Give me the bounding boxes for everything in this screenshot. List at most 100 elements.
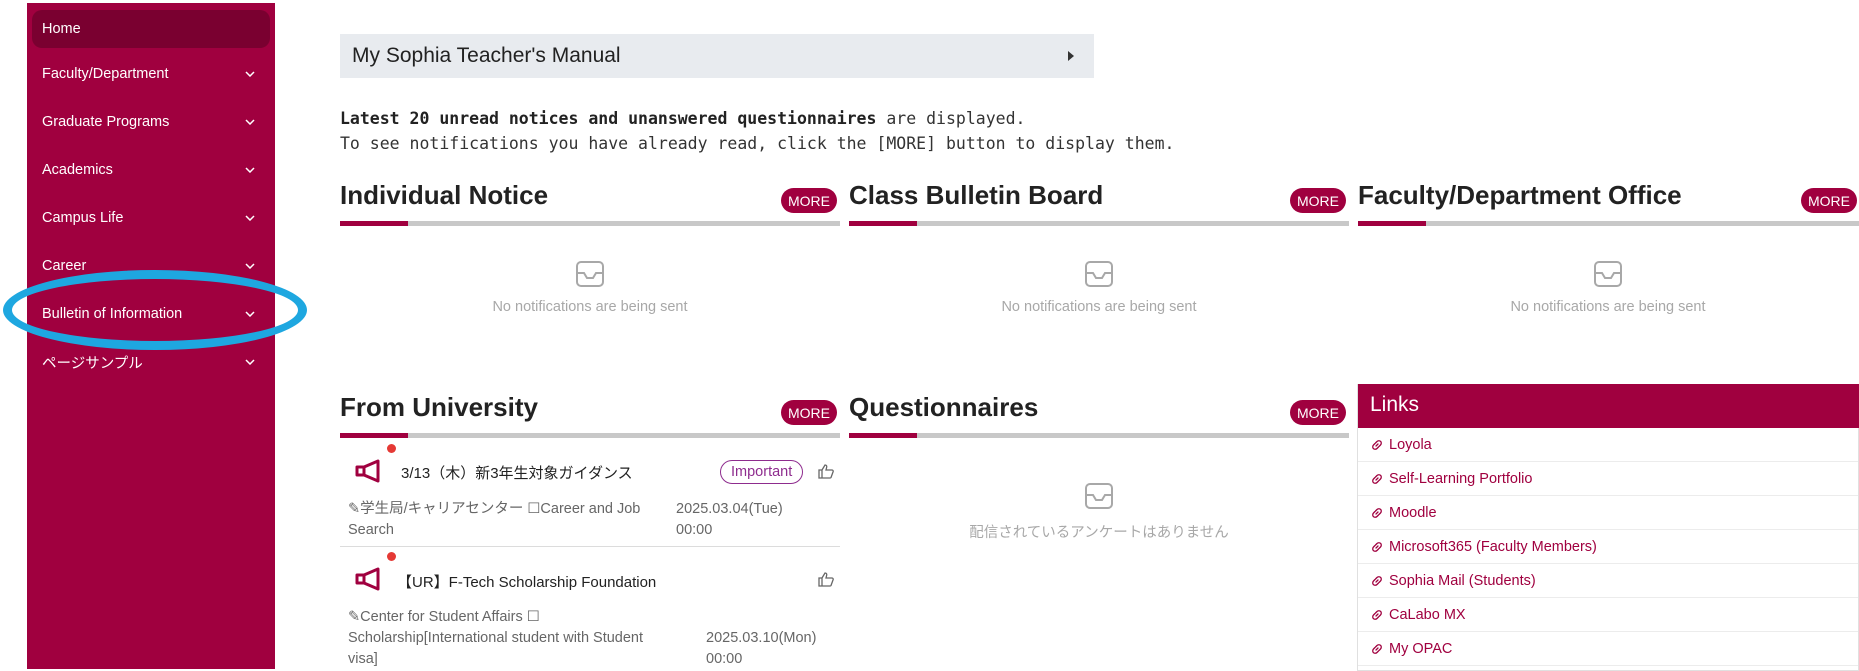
- link-icon: [1371, 473, 1383, 485]
- inbox-icon: [1085, 261, 1113, 287]
- section-title: Questionnaires: [849, 392, 1039, 422]
- section-title: Individual Notice: [340, 180, 549, 210]
- pencil-icon: ✎: [348, 609, 361, 625]
- link-label: My OPAC: [1389, 640, 1453, 657]
- sidebar-item-label: Faculty/Department: [42, 66, 169, 82]
- section-divider: [849, 433, 1349, 438]
- notice-title[interactable]: 3/13（木）新3年生対象ガイダンス: [401, 462, 633, 483]
- empty-state: No notifications are being sent: [1358, 260, 1858, 315]
- sidebar-item-label: Home: [42, 21, 81, 37]
- notice-date-value: 2025.03.10(Mon): [706, 630, 817, 646]
- megaphone-icon: [355, 459, 380, 483]
- more-button[interactable]: MORE: [1290, 188, 1346, 213]
- link-icon: [1371, 507, 1383, 519]
- chevron-down-icon: [243, 355, 257, 369]
- link-icon: [1371, 575, 1383, 587]
- section-questionnaires: Questionnaires MORE 配信されているアンケートはありません: [849, 392, 1349, 592]
- chevron-down-icon: [243, 259, 257, 273]
- list-item[interactable]: 【UR】F-Tech Scholarship Foundation ✎Cente…: [340, 548, 840, 671]
- link-icon: [1371, 609, 1383, 621]
- section-divider: [1358, 221, 1859, 226]
- thumbs-up-icon[interactable]: [818, 572, 834, 587]
- inbox-icon: [576, 261, 604, 287]
- intro-bold-text: Latest 20 unread notices and unanswered …: [340, 109, 877, 128]
- sidebar-item-academics[interactable]: Academics: [32, 151, 270, 189]
- intro-line-2: To see notifications you have already re…: [340, 134, 1175, 153]
- sidebar-item-bulletin-of-information[interactable]: Bulletin of Information: [32, 295, 270, 333]
- section-divider-accent: [849, 433, 917, 438]
- inbox-icon: [1085, 483, 1113, 509]
- unread-dot: [387, 444, 396, 453]
- link-moodle[interactable]: Moodle: [1358, 496, 1858, 530]
- thumbs-up-icon[interactable]: [818, 464, 834, 479]
- link-self-learning-portfolio[interactable]: Self-Learning Portfolio: [1358, 462, 1858, 496]
- notice-meta: ✎Center for Student Affairs ☐ Scholarshi…: [348, 607, 643, 670]
- link-calabo-mx[interactable]: CaLabo MX: [1358, 598, 1858, 632]
- notice-meta: ✎学生局/キャリアセンター ☐Career and Job Search: [348, 499, 640, 541]
- empty-message: No notifications are being sent: [1001, 299, 1197, 315]
- inbox-icon: [1594, 261, 1622, 287]
- empty-state: 配信されているアンケートはありません: [849, 482, 1349, 542]
- notice-title[interactable]: 【UR】F-Tech Scholarship Foundation: [397, 571, 656, 592]
- link-label: Loyola: [1389, 436, 1432, 453]
- more-button[interactable]: MORE: [1290, 400, 1346, 425]
- chevron-down-icon: [243, 163, 257, 177]
- link-label: Self-Learning Portfolio: [1389, 470, 1533, 487]
- empty-message: 配信されているアンケートはありません: [969, 525, 1229, 541]
- links-panel: Links Loyola Self-Learning Portfolio Moo…: [1357, 384, 1859, 671]
- more-button[interactable]: MORE: [781, 400, 837, 425]
- link-icon: [1371, 643, 1383, 655]
- chevron-down-icon: [243, 211, 257, 225]
- section-divider: [340, 433, 840, 438]
- sidebar-nav: Home Faculty/Department Graduate Program…: [27, 3, 275, 669]
- sidebar-item-label: Academics: [42, 162, 113, 178]
- list-divider: [340, 546, 840, 547]
- link-icon: [1371, 439, 1383, 451]
- link-sophia-mail[interactable]: Sophia Mail (Students): [1358, 564, 1858, 598]
- list-item[interactable]: 3/13（木）新3年生対象ガイダンス Important ✎学生局/キャリアセン…: [340, 440, 840, 540]
- notice-date: 2025.03.10(Mon) 00:00: [706, 628, 816, 670]
- chevron-down-icon: [243, 67, 257, 81]
- sidebar-item-label: Career: [42, 258, 87, 274]
- empty-state: No notifications are being sent: [849, 260, 1349, 315]
- teacher-manual-label: My Sophia Teacher's Manual: [352, 44, 621, 67]
- more-button[interactable]: MORE: [1801, 188, 1857, 213]
- empty-state: No notifications are being sent: [340, 260, 840, 315]
- notice-time-value: 00:00: [706, 651, 743, 667]
- section-individual-notice: Individual Notice MORE No notifications …: [340, 180, 840, 350]
- section-divider: [849, 221, 1349, 226]
- link-label: Moodle: [1389, 504, 1437, 521]
- more-button[interactable]: MORE: [781, 188, 837, 213]
- section-divider: [340, 221, 840, 226]
- empty-message: No notifications are being sent: [492, 299, 688, 315]
- notice-date-value: 2025.03.04(Tue): [676, 501, 783, 517]
- section-title: Class Bulletin Board: [849, 180, 1104, 210]
- links-title: Links: [1358, 384, 1859, 428]
- sidebar-item-faculty-department[interactable]: Faculty/Department: [32, 55, 270, 93]
- notice-meta-line: Center for Student Affairs ☐: [360, 609, 540, 625]
- section-divider-accent: [849, 221, 917, 226]
- megaphone-icon: [355, 567, 380, 591]
- link-label: Microsoft365 (Faculty Members): [1389, 538, 1597, 555]
- notice-meta-line: 学生局/キャリアセンター ☐Career and Job: [360, 501, 641, 517]
- sidebar-item-page-sample[interactable]: ページサンプル: [32, 343, 270, 381]
- sidebar-item-label: Campus Life: [42, 210, 124, 226]
- link-my-opac[interactable]: My OPAC: [1358, 632, 1858, 666]
- link-microsoft365[interactable]: Microsoft365 (Faculty Members): [1358, 530, 1858, 564]
- link-icon: [1371, 541, 1383, 553]
- link-loyola[interactable]: Loyola: [1358, 428, 1858, 462]
- section-title: From University: [340, 392, 538, 422]
- sidebar-item-career[interactable]: Career: [32, 247, 270, 285]
- link-label: Sophia Mail (Students): [1389, 572, 1536, 589]
- notice-time-value: 00:00: [676, 522, 713, 538]
- chevron-down-icon: [243, 307, 257, 321]
- sidebar-item-label: Graduate Programs: [42, 114, 170, 130]
- section-from-university: From University MORE 3/13（木）新3年生対象ガイダンス …: [340, 392, 840, 671]
- teacher-manual-bar[interactable]: My Sophia Teacher's Manual: [340, 34, 1094, 78]
- sidebar-item-graduate-programs[interactable]: Graduate Programs: [32, 103, 270, 141]
- sidebar-item-home[interactable]: Home: [32, 10, 270, 48]
- sidebar-item-label: Bulletin of Information: [42, 306, 183, 322]
- empty-message: No notifications are being sent: [1510, 299, 1706, 315]
- sidebar-item-campus-life[interactable]: Campus Life: [32, 199, 270, 237]
- notice-meta-line: Scholarship[International student with S…: [348, 630, 644, 646]
